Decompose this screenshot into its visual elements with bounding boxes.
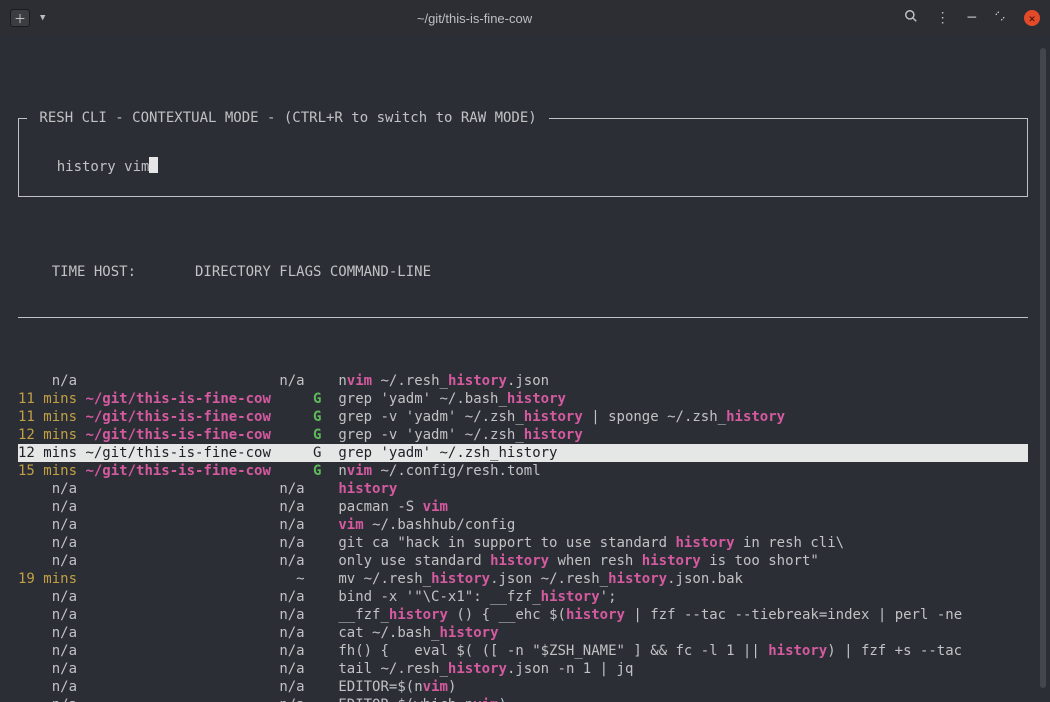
result-row[interactable]: n/a n/a nvim ~/.resh_history.json — [18, 372, 1036, 390]
results-list[interactable]: n/a n/a nvim ~/.resh_history.json11 mins… — [18, 372, 1036, 702]
results-header-underline — [18, 317, 1028, 318]
result-row[interactable]: 11 mins ~/git/this-is-fine-cow G grep -v… — [18, 408, 1036, 426]
new-tab-button[interactable]: ＋ — [10, 9, 30, 27]
result-row[interactable]: n/a n/a fh() { eval $( ([ -n "$ZSH_NAME"… — [18, 642, 1036, 660]
result-row[interactable]: n/a n/a pacman -S vim — [18, 498, 1036, 516]
tab-menu-caret-icon[interactable]: ▼ — [40, 13, 45, 23]
maximize-icon[interactable] — [994, 10, 1006, 26]
result-row[interactable]: 12 mins ~/git/this-is-fine-cow G grep -v… — [18, 426, 1036, 444]
result-row-selected[interactable]: 12 mins ~/git/this-is-fine-cow G grep 'y… — [18, 444, 1028, 462]
result-row[interactable]: n/a n/a bind -x '"\C-x1": __fzf_history'… — [18, 588, 1036, 606]
result-row[interactable]: n/a n/a EDITOR=$(which nvim) — [18, 696, 1036, 702]
result-row[interactable]: 19 mins ~ mv ~/.resh_history.json ~/.res… — [18, 570, 1036, 588]
result-row[interactable]: n/a n/a __fzf_history () { __ehc $(histo… — [18, 606, 1036, 624]
results-header: TIME HOST: DIRECTORY FLAGS COMMAND-LINE — [18, 263, 1036, 281]
close-button[interactable]: ✕ — [1024, 10, 1040, 26]
result-row[interactable]: 15 mins ~/git/this-is-fine-cow G nvim ~/… — [18, 462, 1036, 480]
result-row[interactable]: 11 mins ~/git/this-is-fine-cow G grep 'y… — [18, 390, 1036, 408]
terminal-viewport[interactable]: RESH CLI - CONTEXTUAL MODE - (CTRL+R to … — [0, 36, 1050, 702]
result-row[interactable]: n/a n/a only use standard history when r… — [18, 552, 1036, 570]
result-row[interactable]: n/a n/a cat ~/.bash_history — [18, 624, 1036, 642]
result-row[interactable]: n/a n/a git ca "hack in support to use s… — [18, 534, 1036, 552]
kebab-menu-icon[interactable]: ⋮ — [936, 10, 950, 26]
window-title: ~/git/this-is-fine-cow — [53, 11, 895, 26]
search-box: RESH CLI - CONTEXTUAL MODE - (CTRL+R to … — [18, 118, 1028, 197]
result-row[interactable]: n/a n/a EDITOR=$(nvim) — [18, 678, 1036, 696]
cursor — [149, 157, 158, 173]
search-icon[interactable] — [904, 9, 918, 27]
minimize-icon[interactable]: ─ — [968, 10, 976, 26]
scrollbar[interactable] — [1040, 48, 1046, 688]
search-input[interactable]: history vim — [57, 159, 159, 175]
search-box-title: RESH CLI - CONTEXTUAL MODE - (CTRL+R to … — [27, 109, 549, 127]
window-titlebar: ＋ ▼ ~/git/this-is-fine-cow ⋮ ─ ✕ — [0, 0, 1050, 36]
result-row[interactable]: n/a n/a history — [18, 480, 1036, 498]
result-row[interactable]: n/a n/a tail ~/.resh_history.json -n 1 |… — [18, 660, 1036, 678]
result-row[interactable]: n/a n/a vim ~/.bashhub/config — [18, 516, 1036, 534]
